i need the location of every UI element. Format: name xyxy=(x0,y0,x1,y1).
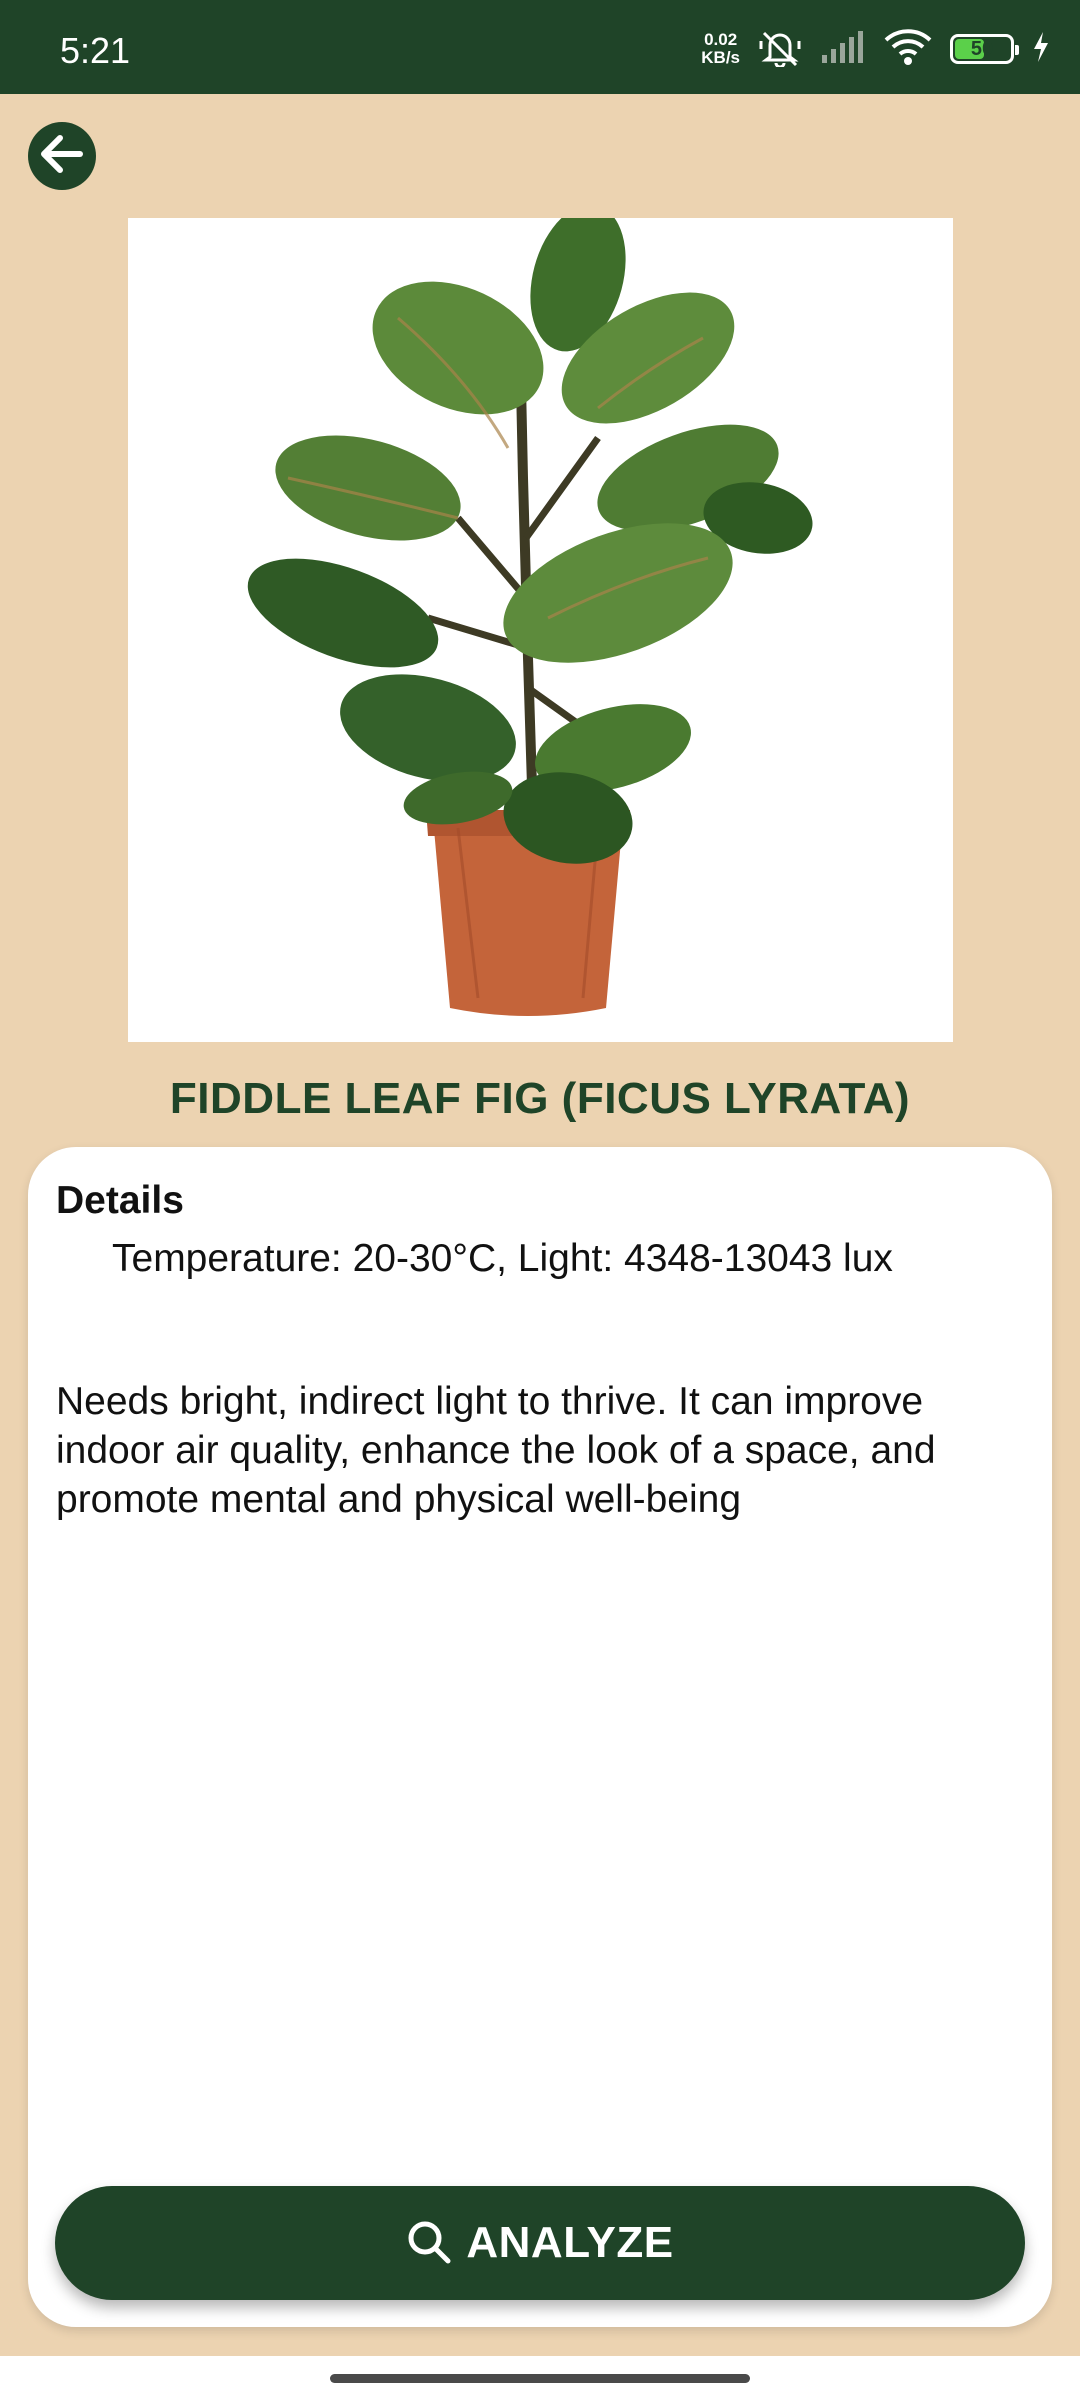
plant-photo xyxy=(128,204,953,1042)
analyze-button[interactable]: ANALYZE xyxy=(55,2186,1025,2300)
wifi-icon xyxy=(884,28,932,71)
details-heading: Details xyxy=(56,1179,184,1222)
arrow-left-icon xyxy=(40,134,84,179)
plant-title: FIDDLE LEAF FIG (FICUS LYRATA) xyxy=(169,1074,911,1123)
status-bar: 5:21 0.02 KB/s 50 xyxy=(0,0,1080,94)
details-card: Details Temperature: 20-30°C, Light: 434… xyxy=(28,1147,1052,2327)
network-speed-unit: KB/s xyxy=(701,48,740,67)
battery-icon: 50 xyxy=(950,34,1019,64)
plant-description: Needs bright, indirect light to thrive. … xyxy=(56,1380,936,1521)
growing-conditions: Temperature: 20-30°C, Light: 4348-13043 … xyxy=(112,1237,893,1280)
battery-level: 50 xyxy=(970,37,994,60)
mute-icon xyxy=(758,27,802,72)
network-speed: 0.02 KB/s xyxy=(701,31,740,67)
search-icon xyxy=(406,2219,452,2268)
network-speed-value: 0.02 xyxy=(704,30,738,49)
back-button[interactable] xyxy=(28,122,96,190)
analyze-label: ANALYZE xyxy=(466,2218,674,2267)
charging-icon xyxy=(1032,31,1050,68)
status-time: 5:21 xyxy=(60,30,131,71)
signal-icon xyxy=(820,29,866,70)
battery-cap xyxy=(1015,45,1019,55)
status-icons: 0.02 KB/s 50 xyxy=(701,24,1050,74)
home-gesture-handle[interactable] xyxy=(330,2374,750,2383)
